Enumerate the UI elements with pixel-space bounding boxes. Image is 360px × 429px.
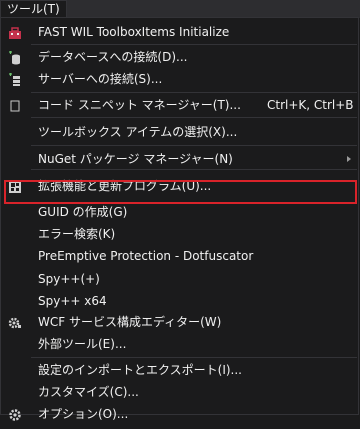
menu-item-spy-x64[interactable]: Spy++ x64 <box>2 290 357 312</box>
separator <box>31 92 357 93</box>
separator <box>31 357 357 358</box>
separator <box>31 169 357 170</box>
wcf-gear-icon <box>8 315 22 329</box>
menu-item-label: サーバーへの接続(S)... <box>38 72 163 86</box>
menu-item-label: FAST WIL ToolboxItems Initialize <box>38 25 230 39</box>
menu-item-dotfuscator[interactable]: PreEmptive Protection - Dotfuscator <box>2 245 357 267</box>
menu-bar: ツール(T) <box>0 0 360 18</box>
menu-item-label: 外部ツール(E)... <box>38 337 127 351</box>
menu-item-choose-toolbox-items[interactable]: ツールボックス アイテムの選択(X)... <box>2 121 357 143</box>
menu-item-label: NuGet パッケージ マネージャー(N) <box>38 152 233 166</box>
menu-item-label: WCF サービス構成エディター(W) <box>38 315 222 329</box>
menu-item-label: GUID の作成(G) <box>38 205 128 219</box>
menu-item-shortcut: Ctrl+K, Ctrl+B <box>267 98 354 112</box>
menu-tools[interactable]: ツール(T) <box>0 0 67 18</box>
menu-item-label: Spy++ x64 <box>38 294 107 308</box>
menu-item-create-guid[interactable]: GUID の作成(G) <box>2 201 357 223</box>
menu-item-nuget-package-manager[interactable]: NuGet パッケージ マネージャー(N) <box>2 148 357 170</box>
menu-item-wcf-service-config-editor[interactable]: WCF サービス構成エディター(W) <box>2 311 357 333</box>
separator <box>31 117 357 118</box>
menu-item-label: エラー検索(K) <box>38 227 116 241</box>
tools-dropdown-menu: FAST WIL ToolboxItems Initialize データベースへ… <box>0 17 359 421</box>
code-snippet-icon <box>8 98 22 112</box>
menu-item-customize[interactable]: カスタマイズ(C)... <box>2 381 357 403</box>
server-connect-icon <box>8 72 22 86</box>
menu-item-options[interactable]: オプション(O)... <box>2 403 357 425</box>
menu-item-label: Spy++(+) <box>38 272 100 286</box>
options-gear-icon <box>8 407 22 421</box>
menu-item-error-lookup[interactable]: エラー検索(K) <box>2 223 357 245</box>
menu-item-label: ツールボックス アイテムの選択(X)... <box>38 125 238 139</box>
separator <box>31 44 357 45</box>
database-connect-icon <box>8 50 22 65</box>
menu-item-external-tools[interactable]: 外部ツール(E)... <box>2 333 357 355</box>
menu-item-label: カスタマイズ(C)... <box>38 385 139 399</box>
toolbox-icon <box>8 25 22 39</box>
menu-item-label: PreEmptive Protection - Dotfuscator <box>38 249 254 263</box>
menu-item-connect-server[interactable]: サーバーへの接続(S)... <box>2 68 357 90</box>
menu-item-label: データベースへの接続(D)... <box>38 50 188 64</box>
menu-item-spy[interactable]: Spy++(+) <box>2 268 357 290</box>
menu-item-label: 設定のインポートとエクスポート(I)... <box>38 363 242 377</box>
menu-item-import-export-settings[interactable]: 設定のインポートとエクスポート(I)... <box>2 359 357 381</box>
submenu-arrow-icon <box>347 156 351 162</box>
menu-item-connect-database[interactable]: データベースへの接続(D)... <box>2 46 357 68</box>
menu-item-fast-wil[interactable]: FAST WIL ToolboxItems Initialize <box>2 21 357 43</box>
menu-item-code-snippet-manager[interactable]: コード スニペット マネージャー(T)... Ctrl+K, Ctrl+B <box>2 94 357 116</box>
separator <box>31 145 357 146</box>
menu-item-label: コード スニペット マネージャー(T)... <box>38 98 241 112</box>
menu-item-label: オプション(O)... <box>38 407 129 421</box>
